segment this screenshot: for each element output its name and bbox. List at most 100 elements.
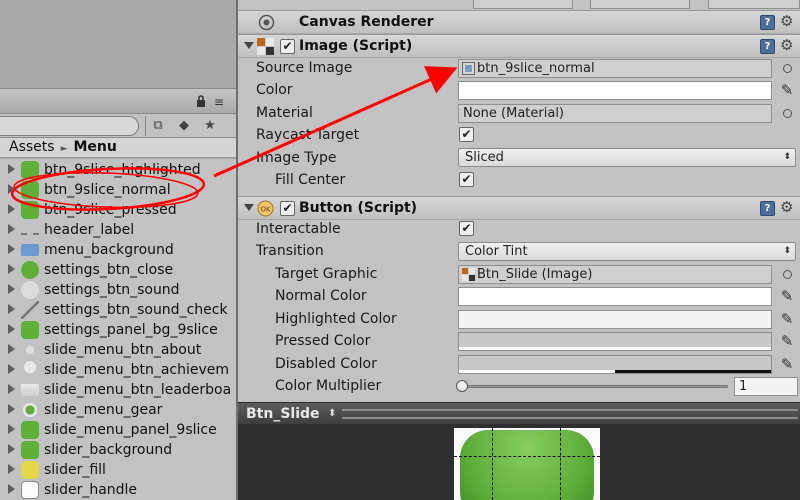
help-icon[interactable]: ?	[760, 15, 775, 30]
expand-arrow-icon[interactable]	[8, 344, 15, 354]
interactable-checkbox[interactable]: ✔	[459, 221, 474, 236]
preview-dropdown-icon[interactable]: ⬍	[328, 403, 336, 425]
eyedropper-icon[interactable]: ✎	[777, 286, 797, 306]
filter-by-type-icon[interactable]: ⧉	[147, 116, 169, 136]
fill-center-checkbox[interactable]: ✔	[459, 172, 474, 187]
disabled-color-field[interactable]	[458, 355, 772, 374]
expand-arrow-icon[interactable]	[8, 304, 15, 314]
material-field[interactable]: None (Material)	[458, 104, 772, 123]
asset-row[interactable]: slider_fill	[0, 460, 236, 480]
source-image-field[interactable]: btn_9slice_normal	[458, 59, 772, 78]
slider-thumb[interactable]	[456, 380, 468, 392]
disabled-color-label: Disabled Color	[275, 356, 377, 372]
sprite-green-icon	[21, 201, 39, 219]
expand-arrow-icon[interactable]	[8, 364, 15, 374]
asset-row[interactable]: btn_9slice_normal	[0, 180, 236, 200]
breadcrumb-root[interactable]: Assets	[9, 139, 55, 155]
search-input[interactable]	[0, 116, 139, 136]
expand-arrow-icon[interactable]	[8, 164, 15, 174]
sprite-gear-icon	[21, 401, 39, 419]
object-picker-icon[interactable]	[783, 109, 792, 118]
object-picker-icon[interactable]	[783, 64, 792, 73]
canvas-renderer-icon	[258, 14, 275, 31]
partial-field[interactable]	[473, 0, 573, 9]
image-component-header[interactable]: ✔ Image (Script) ? ⚙	[238, 34, 800, 58]
component-title: Canvas Renderer	[299, 14, 434, 30]
help-icon[interactable]: ?	[760, 201, 775, 216]
asset-row[interactable]: slide_menu_gear	[0, 400, 236, 420]
expand-arrow-icon[interactable]	[8, 224, 15, 234]
filter-by-label-icon[interactable]: ◆	[173, 116, 195, 136]
gear-icon[interactable]: ⚙	[780, 198, 793, 216]
asset-label: btn_9slice_normal	[44, 182, 171, 198]
expand-arrow-icon[interactable]	[8, 484, 15, 494]
expand-arrow-icon[interactable]	[8, 184, 15, 194]
eyedropper-icon[interactable]: ✎	[777, 331, 797, 351]
button-enabled-checkbox[interactable]: ✔	[280, 201, 295, 216]
asset-row[interactable]: btn_9slice_pressed	[0, 200, 236, 220]
object-picker-icon[interactable]	[783, 270, 792, 279]
normal-color-field[interactable]	[458, 287, 772, 306]
expand-arrow-icon[interactable]	[8, 204, 15, 214]
raycast-target-checkbox[interactable]: ✔	[459, 127, 474, 142]
asset-row[interactable]: slide_menu_btn_achievem	[0, 360, 236, 380]
breadcrumb-current[interactable]: Menu	[73, 139, 116, 155]
asset-label: settings_btn_close	[44, 262, 174, 278]
expand-arrow-icon[interactable]	[8, 404, 15, 414]
expand-arrow-icon[interactable]	[8, 424, 15, 434]
button-component-header[interactable]: OK ✔ Button (Script) ? ⚙	[238, 196, 800, 220]
color-multiplier-field[interactable]: 1	[734, 377, 798, 396]
canvas-renderer-header[interactable]: Canvas Renderer ? ⚙	[238, 10, 800, 34]
eyedropper-icon[interactable]: ✎	[777, 80, 797, 100]
image-type-dropdown[interactable]: Sliced ⬍	[458, 148, 796, 167]
asset-row[interactable]: slide_menu_btn_leaderboa	[0, 380, 236, 400]
asset-row[interactable]: slide_menu_panel_9slice	[0, 420, 236, 440]
asset-row[interactable]: btn_9slice_highlighted	[0, 160, 236, 180]
pressed-color-field[interactable]	[458, 332, 772, 351]
sprite-white-icon	[21, 481, 39, 499]
highlighted-color-label: Highlighted Color	[275, 311, 397, 327]
expand-arrow-icon[interactable]	[8, 284, 15, 294]
asset-row[interactable]: header_label	[0, 220, 236, 240]
asset-row[interactable]: menu_background	[0, 240, 236, 260]
expand-arrow-icon[interactable]	[8, 264, 15, 274]
foldout-arrow-icon[interactable]	[244, 204, 254, 211]
transition-dropdown[interactable]: Color Tint ⬍	[458, 242, 796, 261]
interactable-label: Interactable	[256, 221, 341, 237]
asset-row[interactable]: settings_btn_sound	[0, 280, 236, 300]
image-color-field[interactable]	[458, 81, 772, 100]
panel-menu-icon[interactable]: ≡	[214, 95, 224, 109]
preview-drag-handle[interactable]	[342, 409, 798, 419]
button-sprite-preview	[454, 428, 600, 500]
expand-arrow-icon[interactable]	[8, 464, 15, 474]
eyedropper-icon[interactable]: ✎	[777, 309, 797, 329]
inspector-panel: Canvas Renderer ? ⚙ ✔ Image (Script) ? ⚙…	[238, 0, 800, 402]
image-component-icon	[257, 38, 274, 55]
foldout-arrow-icon[interactable]	[244, 42, 254, 49]
asset-label: btn_9slice_highlighted	[44, 162, 201, 178]
expand-arrow-icon[interactable]	[8, 324, 15, 334]
highlighted-color-field[interactable]	[458, 310, 772, 329]
asset-row[interactable]: slider_background	[0, 440, 236, 460]
sprite-sound-icon	[21, 281, 39, 299]
expand-arrow-icon[interactable]	[8, 244, 15, 254]
partial-field[interactable]	[708, 0, 800, 9]
target-graphic-field[interactable]: Btn_Slide (Image)	[458, 265, 772, 284]
color-multiplier-slider[interactable]	[460, 385, 728, 388]
asset-row[interactable]: settings_btn_close	[0, 260, 236, 280]
lock-icon[interactable]	[196, 95, 206, 107]
asset-row[interactable]: slider_handle	[0, 480, 236, 500]
help-icon[interactable]: ?	[760, 39, 775, 54]
asset-row[interactable]: slide_menu_btn_about	[0, 340, 236, 360]
gear-icon[interactable]: ⚙	[780, 12, 793, 30]
expand-arrow-icon[interactable]	[8, 384, 15, 394]
favorite-star-icon[interactable]: ★	[199, 116, 221, 136]
expand-arrow-icon[interactable]	[8, 444, 15, 454]
partial-field[interactable]	[590, 0, 690, 9]
eyedropper-icon[interactable]: ✎	[777, 354, 797, 374]
asset-row[interactable]: settings_btn_sound_check	[0, 300, 236, 320]
asset-row[interactable]: settings_panel_bg_9slice	[0, 320, 236, 340]
image-enabled-checkbox[interactable]: ✔	[280, 39, 295, 54]
gear-icon[interactable]: ⚙	[780, 36, 793, 54]
preview-title[interactable]: Btn_Slide	[246, 403, 320, 425]
